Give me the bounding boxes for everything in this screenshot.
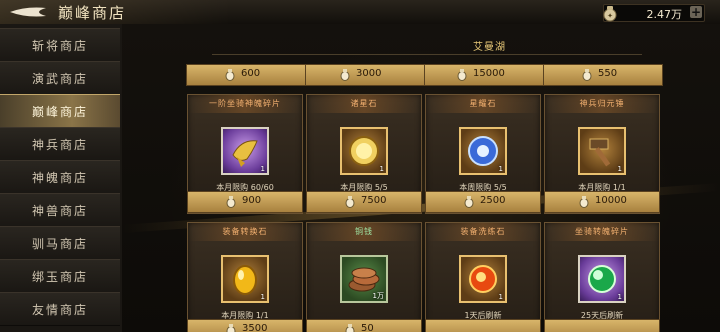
buy-price-button[interactable]	[544, 319, 660, 332]
item-count: 1	[617, 165, 622, 173]
shop-item-card[interactable]: 星耀石 1 本周限购 5/5 2500	[425, 94, 541, 214]
sidebar-item-label: 巅峰商店	[31, 105, 88, 119]
shop-sidebar: 斩将商店 演武商店 巅峰商店 神兵商店 神魄商店 神兽商店 驯马商店 绑玉商店 …	[0, 24, 123, 332]
shop-main-panel: 艾曼湖 600 3000 15000 550 一阶坐骑神魄碎片 1 本月限购 6…	[122, 24, 720, 332]
sidebar-item-label: 神兵商店	[31, 138, 88, 152]
sidebar-item-label: 斩将商店	[31, 39, 88, 53]
currency-display: ✦ 2.47万 +	[603, 4, 705, 22]
add-currency-button[interactable]: +	[690, 6, 702, 18]
sidebar-item-label: 绑玉商店	[31, 270, 88, 284]
item-name: 诸星石	[350, 99, 378, 108]
sidebar-item-shenpo[interactable]: 神魄商店	[0, 160, 120, 194]
item-name: 星耀石	[469, 99, 497, 108]
price-bar[interactable]: 3000	[305, 64, 425, 86]
item-slot: 1	[578, 127, 626, 175]
sidebar-item-label: 演武商店	[31, 72, 88, 86]
coin-bag-icon	[225, 69, 235, 81]
item-slot: 1	[459, 127, 507, 175]
merchant-label: 艾曼湖	[473, 42, 506, 53]
coin-bag-icon	[226, 196, 236, 208]
sidebar-item-label: 友情商店	[31, 303, 88, 317]
coin-bag-icon	[340, 69, 350, 81]
price-value: 3000	[356, 68, 382, 79]
item-count: 1	[379, 165, 384, 173]
price-value: 50	[361, 323, 374, 332]
item-count: 1	[260, 165, 265, 173]
shop-item-card[interactable]: 坐骑转魄碎片 1 25天后刷新	[544, 222, 660, 332]
coin-bag-icon	[464, 196, 474, 208]
buy-price-button[interactable]: 7500	[306, 191, 422, 213]
item-count: 1	[498, 293, 503, 301]
item-count: 1	[260, 293, 265, 301]
price-bar[interactable]: 600	[186, 64, 306, 86]
sidebar-item-xunma[interactable]: 驯马商店	[0, 226, 120, 260]
shop-item-card[interactable]: 装备洗练石 1 1天后刷新	[425, 222, 541, 332]
currency-value: 2.47万	[646, 8, 683, 21]
item-slot: 1	[340, 127, 388, 175]
shop-item-card[interactable]: 神兵归元锤 1 本月限购 1/1 10000	[544, 94, 660, 214]
sidebar-item-zhanjiang[interactable]: 斩将商店	[0, 28, 120, 62]
item-name: 坐骑转魄碎片	[575, 227, 629, 236]
page-title: 巅峰商店	[58, 4, 127, 22]
price-bar[interactable]: 15000	[424, 64, 544, 86]
price-value: 600	[241, 68, 261, 79]
sidebar-item-yanwu[interactable]: 演武商店	[0, 61, 120, 95]
sidebar-item-label: 神魄商店	[31, 171, 88, 185]
buy-price-button[interactable]: 900	[187, 191, 303, 213]
item-count: 1万	[372, 292, 384, 300]
sidebar-item-bangyu[interactable]: 绑玉商店	[0, 259, 120, 293]
coin-bag-icon	[582, 69, 592, 81]
item-slot: 1	[578, 255, 626, 303]
item-count: 1	[617, 293, 622, 301]
coin-bag-icon	[579, 196, 589, 208]
shop-item-card[interactable]: 铜钱 1万 50	[306, 222, 422, 332]
sidebar-item-label: 神兽商店	[31, 204, 88, 218]
coin-bag-icon: ✦	[603, 6, 617, 22]
price-value: 900	[242, 195, 262, 206]
shop-item-card[interactable]: 一阶坐骑神魄碎片 1 本月限购 60/60 900	[187, 94, 303, 214]
top-bar: 巅峰商店 ✦ 2.47万 +	[0, 0, 720, 25]
item-slot: 1	[221, 127, 269, 175]
price-value: 7500	[361, 195, 387, 206]
price-value: 10000	[595, 195, 627, 206]
item-name: 装备洗练石	[460, 227, 506, 236]
price-value: 15000	[473, 68, 505, 79]
item-name: 神兵归元锤	[579, 99, 625, 108]
buy-price-button[interactable]: 50	[306, 319, 422, 332]
price-value: 550	[598, 68, 618, 79]
back-arrow-icon	[10, 7, 46, 17]
header-divider	[212, 38, 642, 55]
sidebar-item-shenshou[interactable]: 神兽商店	[0, 193, 120, 227]
sidebar-item-shenbing[interactable]: 神兵商店	[0, 127, 120, 161]
sidebar-item-dianfeng[interactable]: 巅峰商店	[0, 94, 120, 128]
coin-bag-icon	[226, 324, 236, 332]
sidebar-item-label: 驯马商店	[31, 237, 88, 251]
item-name: 铜钱	[355, 227, 373, 236]
item-name: 一阶坐骑神魄碎片	[209, 99, 281, 108]
coin-bag-icon	[345, 196, 355, 208]
item-count: 1	[498, 165, 503, 173]
buy-price-button[interactable]: 2500	[425, 191, 541, 213]
item-slot: 1	[221, 255, 269, 303]
buy-price-button[interactable]	[425, 319, 541, 332]
svg-text:✦: ✦	[607, 12, 613, 20]
buy-price-button[interactable]: 3500	[187, 319, 303, 332]
price-bar[interactable]: 550	[543, 64, 663, 86]
item-name: 装备转换石	[222, 227, 268, 236]
coin-bag-icon	[345, 324, 355, 332]
item-slot: 1	[459, 255, 507, 303]
buy-price-button[interactable]: 10000	[544, 191, 660, 213]
shop-item-card[interactable]: 装备转换石 1 本月限购 1/1 3500	[187, 222, 303, 332]
price-value: 2500	[480, 195, 506, 206]
shop-item-card[interactable]: 诸星石 1 本月限购 5/5 7500	[306, 94, 422, 214]
back-button[interactable]	[6, 3, 50, 21]
coin-bag-icon	[457, 69, 467, 81]
item-slot: 1万	[340, 255, 388, 303]
price-value: 3500	[242, 323, 268, 332]
sidebar-item-youqing[interactable]: 友情商店	[0, 292, 120, 326]
